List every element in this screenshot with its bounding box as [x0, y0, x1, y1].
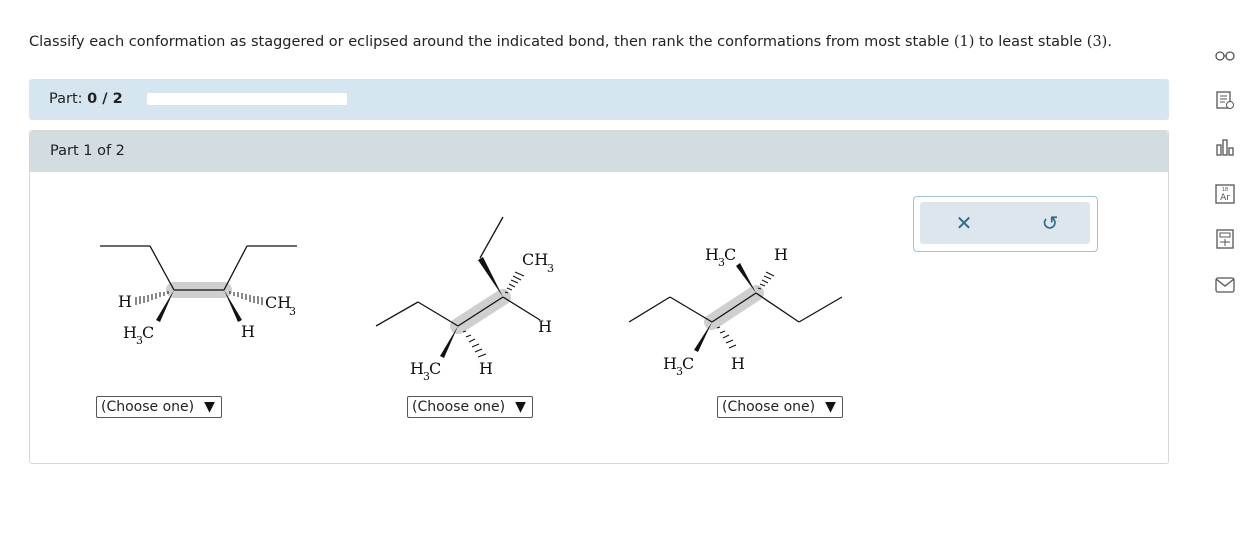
- select-value: (Choose one): [101, 399, 195, 415]
- periodic-table-icon[interactable]: 18 Ar: [1210, 179, 1240, 209]
- mol1-right-h: H: [241, 322, 255, 341]
- clear-button[interactable]: ✕: [944, 208, 984, 238]
- undo-button[interactable]: ↺: [1030, 208, 1070, 238]
- mol2-bottom-h: H: [479, 359, 493, 378]
- mol1-left-h: H: [118, 292, 132, 311]
- mol3-top-h3c: H: [705, 245, 719, 264]
- select-value: (Choose one): [412, 399, 506, 415]
- undo-icon: ↺: [1041, 211, 1059, 235]
- mol1-ch3: CH: [265, 293, 291, 312]
- mol2-right-h: H: [538, 317, 552, 336]
- svg-text:C: C: [682, 354, 694, 373]
- chevron-down-icon: ▼: [825, 399, 836, 415]
- calculator-icon[interactable]: [1210, 224, 1240, 254]
- conformation-3: H 3 C H H 3 C H: [628, 245, 843, 378]
- conformation-3-select[interactable]: (Choose one) ▼: [717, 396, 843, 418]
- glasses-icon[interactable]: [1210, 40, 1240, 70]
- mol1-h3c-h: H: [123, 323, 137, 342]
- mol2-ch3: CH: [522, 250, 548, 269]
- mol3-bottom-h: H: [731, 354, 745, 373]
- svg-text:C: C: [724, 245, 736, 264]
- conformation-1: H H 3 C CH 3 H: [100, 245, 297, 347]
- svg-text:3: 3: [547, 262, 554, 275]
- mol2-h3c: H: [410, 359, 424, 378]
- close-icon: ✕: [955, 211, 973, 235]
- svg-text:Ar: Ar: [1220, 193, 1230, 203]
- mol3-top-h: H: [774, 245, 788, 264]
- action-toolbar: ✕ ↺: [920, 202, 1090, 244]
- chevron-down-icon: ▼: [515, 399, 526, 415]
- answer-actions: ✕ ↺: [913, 196, 1098, 252]
- bar-chart-icon[interactable]: [1210, 132, 1240, 162]
- svg-text:3: 3: [289, 305, 296, 318]
- svg-text:C: C: [142, 323, 154, 342]
- conformation-1-select[interactable]: (Choose one) ▼: [96, 396, 222, 418]
- select-value: (Choose one): [722, 399, 816, 415]
- conformation-drawings: H H 3 C CH 3 H CH 3 H H 3 C H H 3 C H H …: [100, 216, 843, 383]
- conformation-2: CH 3 H H 3 C H: [375, 216, 554, 383]
- mail-icon[interactable]: [1210, 270, 1240, 300]
- checklist-icon[interactable]: [1210, 85, 1240, 115]
- chevron-down-icon: ▼: [204, 399, 215, 415]
- mol3-bottom-h3c: H: [663, 354, 677, 373]
- svg-text:C: C: [429, 359, 441, 378]
- conformation-2-select[interactable]: (Choose one) ▼: [407, 396, 533, 418]
